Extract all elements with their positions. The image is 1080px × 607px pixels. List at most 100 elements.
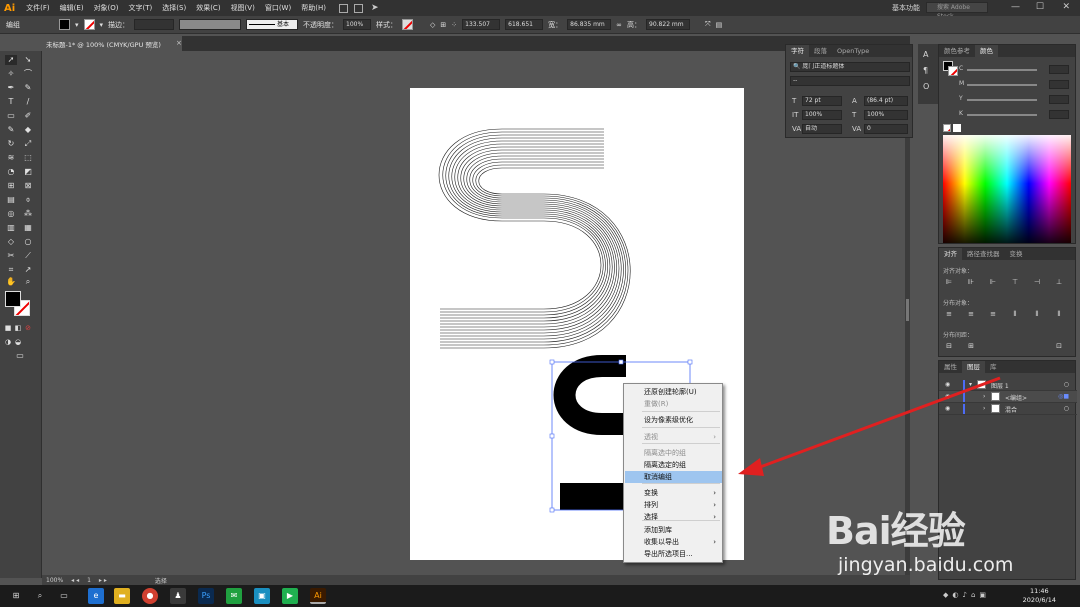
target-icon[interactable]: ○ — [1064, 405, 1069, 412]
ellipse-tool-icon[interactable]: ○ — [22, 237, 34, 247]
distribute-top-icon[interactable]: ≡ — [944, 310, 954, 319]
align-to-icon[interactable]: ⊡ — [1054, 342, 1064, 351]
align-vcenter-icon[interactable]: ⊣ — [1032, 278, 1042, 287]
lasso-tool-icon[interactable]: ⌒ — [22, 69, 34, 79]
none-mode-icon[interactable]: ⊘ — [24, 323, 32, 333]
close-window-button[interactable]: ✕ — [1062, 2, 1070, 12]
tab-character[interactable]: 字符 — [786, 45, 809, 57]
menu-type[interactable]: 文字(T) — [124, 3, 158, 13]
black-value-field[interactable] — [1049, 110, 1069, 119]
tracking-field[interactable]: 0 — [864, 124, 908, 134]
font-size-field[interactable]: 72 pt — [802, 96, 842, 106]
paper-plane-icon[interactable]: ➤ — [371, 3, 379, 13]
layout-icon[interactable] — [338, 3, 348, 13]
symbol-sprayer-tool-icon[interactable]: ⁂ — [22, 209, 34, 219]
stroke-color-swatch[interactable] — [83, 19, 95, 30]
transform-icon[interactable]: ⤧ — [705, 20, 711, 29]
tab-paragraph[interactable]: 段落 — [809, 45, 832, 57]
gradient-tool-icon[interactable]: ▤ — [5, 195, 17, 205]
curvature-tool-icon[interactable]: ✎ — [22, 83, 34, 93]
slice-tool-icon[interactable]: ◇ — [5, 237, 17, 247]
artboard-nav[interactable]: ◂ ◂ — [71, 577, 79, 584]
distribute-hcenter-icon[interactable]: ⫴ — [1032, 310, 1042, 319]
measure-tool-icon[interactable]: ↗ — [22, 265, 34, 275]
fill-color-swatch[interactable] — [59, 19, 70, 30]
zoom-tool-icon[interactable]: ⌕ — [22, 277, 34, 287]
yellow-value-field[interactable] — [1049, 95, 1069, 104]
tab-color-guide[interactable]: 颜色参考 — [939, 45, 975, 57]
arrange-icon[interactable] — [353, 3, 363, 13]
shape-builder-tool-icon[interactable]: ◔ — [5, 167, 17, 177]
search-icon[interactable]: ⌕ — [32, 588, 48, 604]
cyan-slider[interactable]: C — [945, 65, 1071, 75]
illustrator-taskbar-icon[interactable]: Ai — [310, 588, 326, 604]
knife-tool-icon[interactable]: ⟋ — [22, 251, 34, 261]
context-menu-item[interactable]: 选择 › — [625, 511, 722, 523]
target-selected-icon[interactable]: ◎■ — [1058, 393, 1069, 400]
scrollbar-thumb[interactable] — [906, 299, 909, 321]
character-panel-icon[interactable]: A — [923, 50, 928, 59]
color-mode-icon[interactable]: ■ — [4, 323, 12, 333]
menu-help[interactable]: 帮助(H) — [296, 3, 331, 13]
live-paint-tool-icon[interactable]: ◩ — [22, 167, 34, 177]
system-tray-icons[interactable]: ◆◐♪⌂▣ — [943, 591, 990, 599]
menu-view[interactable]: 视图(V) — [226, 3, 260, 13]
yellow-slider[interactable]: Y — [945, 95, 1071, 105]
magic-wand-tool-icon[interactable]: ✧ — [5, 69, 17, 79]
rectangle-tool-icon[interactable]: ▭ — [5, 111, 17, 121]
menu-window[interactable]: 窗口(W) — [260, 3, 296, 13]
menu-object[interactable]: 对象(O) — [89, 3, 124, 13]
context-menu-item[interactable]: 设为像素级优化 — [625, 414, 722, 426]
maximize-button[interactable]: ☐ — [1036, 2, 1044, 12]
tab-color[interactable]: 颜色 — [975, 45, 998, 57]
tab-pathfinder[interactable]: 路径查找器 — [962, 248, 1005, 260]
context-menu-item[interactable]: 导出所选项目... — [625, 548, 722, 560]
color-spectrum[interactable] — [943, 135, 1071, 243]
scale-tool-icon[interactable]: ⤢ — [22, 139, 34, 149]
menu-edit[interactable]: 编辑(E) — [55, 3, 89, 13]
kerning-field[interactable]: 自动 — [802, 124, 842, 134]
leading-field[interactable]: (86.4 pt) — [864, 96, 908, 106]
distribute-hspace-icon[interactable]: ⊞ — [966, 342, 976, 351]
artboard-number[interactable]: 1 — [87, 577, 91, 584]
app-icon[interactable]: ▣ — [254, 588, 270, 604]
chevron-down-icon[interactable]: ▾ — [75, 21, 79, 29]
stroke-style-field[interactable]: 基本 — [246, 19, 299, 30]
paragraph-panel-icon[interactable]: ¶ — [923, 66, 928, 75]
panel-menu-icon[interactable]: ▤ — [716, 21, 723, 29]
font-family-field[interactable]: 🔍 庞门正道标题体 — [790, 62, 910, 72]
context-menu-item[interactable]: 排列 › — [625, 499, 722, 511]
edge-browser-icon[interactable]: e — [88, 588, 104, 604]
context-menu-item[interactable]: 添加到库 — [625, 524, 722, 536]
minimize-button[interactable]: — — [1011, 2, 1020, 12]
context-menu-item[interactable]: 变换 › — [625, 487, 722, 499]
opentype-panel-icon[interactable]: O — [923, 82, 929, 91]
shaper-tool-icon[interactable]: ✎ — [5, 125, 17, 135]
app-icon[interactable]: ♟ — [170, 588, 186, 604]
height-field[interactable]: 90.822 mm — [646, 19, 691, 30]
link-icon[interactable]: ∞ — [616, 21, 622, 29]
opacity-field[interactable]: 100% — [343, 19, 372, 30]
context-menu-item[interactable]: 取消编组 — [625, 471, 722, 483]
menu-file[interactable]: 文件(F) — [21, 3, 55, 13]
scissors-tool-icon[interactable]: ✂ — [5, 251, 17, 261]
tab-align[interactable]: 对齐 — [939, 248, 962, 260]
file-explorer-icon[interactable]: ▬ — [114, 588, 130, 604]
align-top-icon[interactable]: ⊤ — [1010, 278, 1020, 287]
horizontal-scale-field[interactable]: 100% — [864, 110, 908, 120]
context-menu-item[interactable]: 还原创建轮廓(U) — [625, 386, 722, 398]
photoshop-icon[interactable]: Ps — [198, 588, 214, 604]
recolor-icon[interactable]: ◇ — [430, 21, 435, 29]
canvas-area[interactable] — [42, 51, 910, 575]
artboard-tool-icon[interactable]: ▦ — [22, 223, 34, 233]
zoom-level[interactable]: 100% — [46, 577, 63, 584]
blended-s-shape[interactable] — [438, 128, 631, 349]
rotate-tool-icon[interactable]: ↻ — [5, 139, 17, 149]
warp-tool-icon[interactable]: ≋ — [5, 153, 17, 163]
gradient-mode-icon[interactable]: ◧ — [14, 323, 22, 333]
reference-point-icon[interactable]: ⁘ — [451, 21, 457, 29]
none-color-swatch[interactable] — [943, 124, 951, 132]
align-bottom-icon[interactable]: ⊥ — [1054, 278, 1064, 287]
align-hcenter-icon[interactable]: ⊪ — [966, 278, 976, 287]
close-icon[interactable]: × — [176, 39, 182, 47]
